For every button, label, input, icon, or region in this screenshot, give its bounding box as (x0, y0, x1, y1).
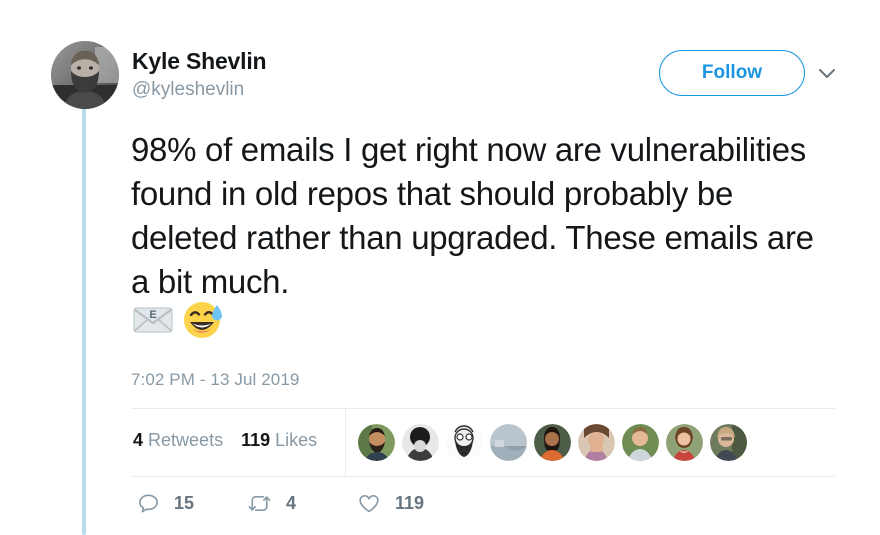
like-count: 119 (395, 493, 425, 513)
tweet-action-bar: 15 4 119 (137, 492, 467, 515)
liker-avatar-1[interactable] (358, 424, 395, 461)
reply-action[interactable]: 15 (137, 492, 247, 515)
reply-count: 15 (174, 493, 195, 513)
likers-facepile (358, 424, 747, 461)
author-display-name[interactable]: Kyle Shevlin (132, 47, 267, 75)
liker-avatar-6[interactable] (578, 424, 615, 461)
tweet-card: Kyle Shevlin @kyleshevlin Follow 98% of … (0, 0, 880, 535)
liker-avatar-8[interactable] (666, 424, 703, 461)
tweet-stats: 4 Retweets 119 Likes (133, 430, 317, 451)
retweet-count: 4 (286, 493, 297, 513)
retweets-count: 4 (133, 430, 144, 450)
svg-text:E: E (149, 309, 156, 321)
liker-avatar-2[interactable] (402, 424, 439, 461)
author-identity: Kyle Shevlin @kyleshevlin (132, 47, 267, 103)
likes-label: Likes (275, 430, 318, 450)
author-handle[interactable]: @kyleshevlin (132, 77, 266, 103)
divider-stats-facepile (345, 409, 346, 476)
chevron-down-icon[interactable] (813, 59, 841, 87)
retweets-label: Retweets (148, 430, 224, 450)
likes-stat[interactable]: 119 Likes (241, 430, 317, 451)
follow-button[interactable]: Follow (659, 50, 805, 96)
likes-count: 119 (241, 430, 271, 450)
email-envelope-emoji: E (133, 307, 173, 333)
divider-below-stats (132, 476, 835, 477)
retweets-stat[interactable]: 4 Retweets (133, 430, 223, 451)
thread-connector-line (82, 100, 86, 535)
tweet-header: Kyle Shevlin @kyleshevlin Follow (51, 41, 841, 111)
liker-avatar-3[interactable] (446, 424, 483, 461)
grinning-face-with-sweat-emoji (184, 302, 222, 338)
divider-above-stats (132, 408, 835, 409)
avatar[interactable] (51, 41, 119, 109)
liker-avatar-9[interactable] (710, 424, 747, 461)
tweet-text: 98% of emails I get right now are vulner… (131, 131, 823, 300)
liker-avatar-5[interactable] (534, 424, 571, 461)
liker-avatar-4[interactable] (490, 424, 527, 461)
liker-avatar-7[interactable] (622, 424, 659, 461)
like-action[interactable]: 119 (357, 492, 467, 515)
retweet-action[interactable]: 4 (247, 492, 357, 515)
comment-icon (137, 492, 160, 515)
heart-icon (357, 492, 381, 515)
retweet-icon (247, 492, 272, 515)
tweet-timestamp[interactable]: 7:02 PM - 13 Jul 2019 (131, 370, 299, 390)
tweet-emoji-row: E (131, 297, 225, 341)
